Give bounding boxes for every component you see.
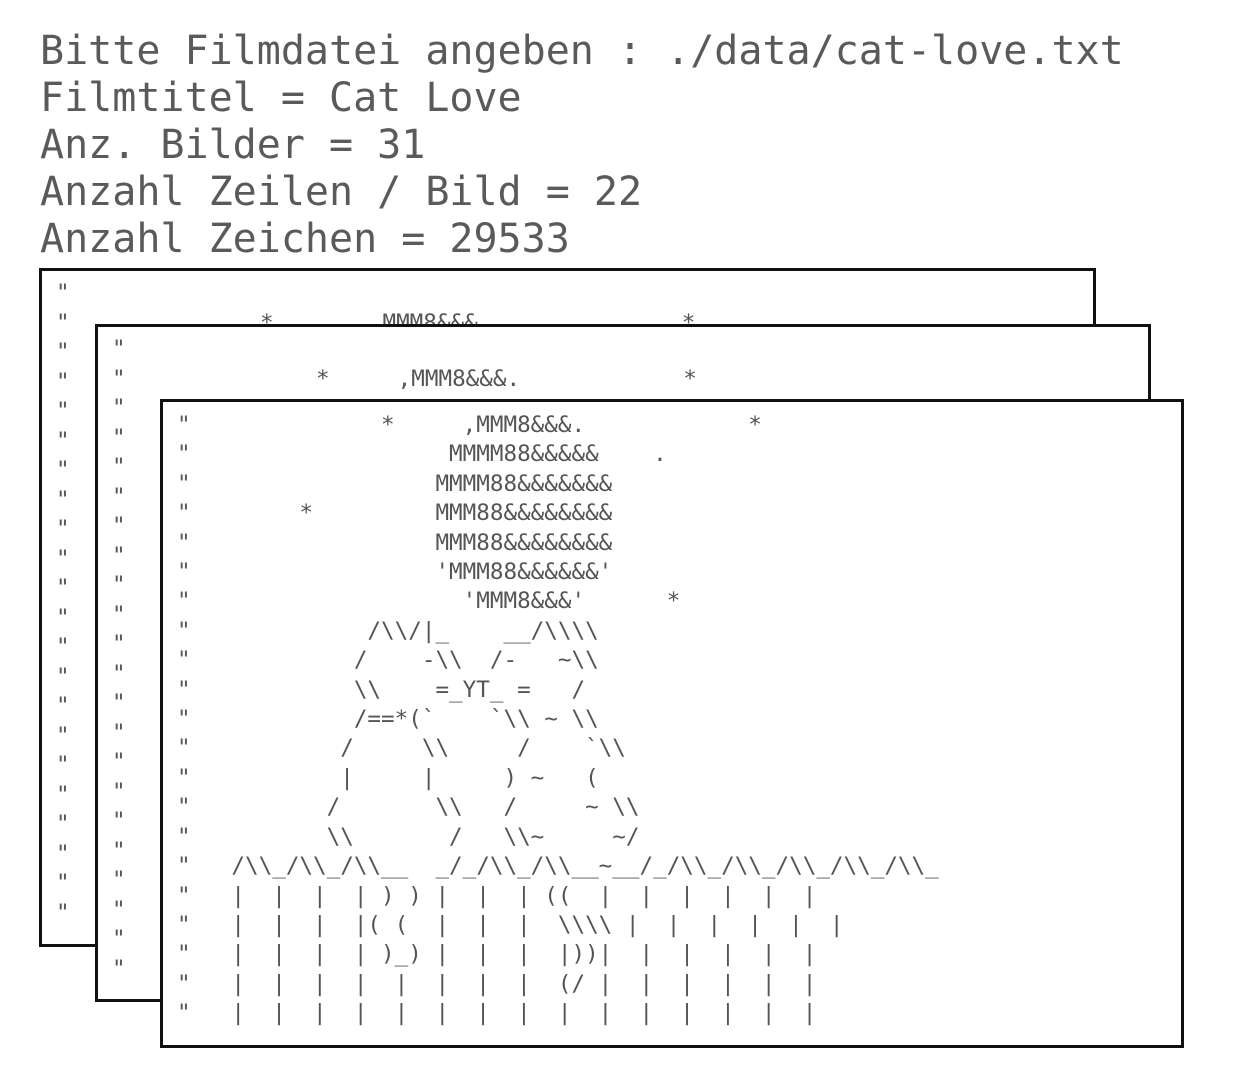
- console-output: Bitte Filmdatei angeben : ./data/cat-lov…: [40, 28, 1124, 263]
- ascii-art-front: " * ,MMM8&&&. * " MMMM88&&&&& . " MMMM88…: [177, 412, 939, 1027]
- rows-per-frame-line: Anzahl Zeilen / Bild = 22: [40, 169, 643, 215]
- film-title-line: Filmtitel = Cat Love: [40, 75, 522, 121]
- file-prompt-line: Bitte Filmdatei angeben : ./data/cat-lov…: [40, 28, 1124, 74]
- frame-count-line: Anz. Bilder = 31: [40, 122, 426, 168]
- char-count-line: Anzahl Zeichen = 29533: [40, 216, 570, 262]
- animation-frame-front: " * ,MMM8&&&. * " MMMM88&&&&& . " MMMM88…: [160, 399, 1184, 1048]
